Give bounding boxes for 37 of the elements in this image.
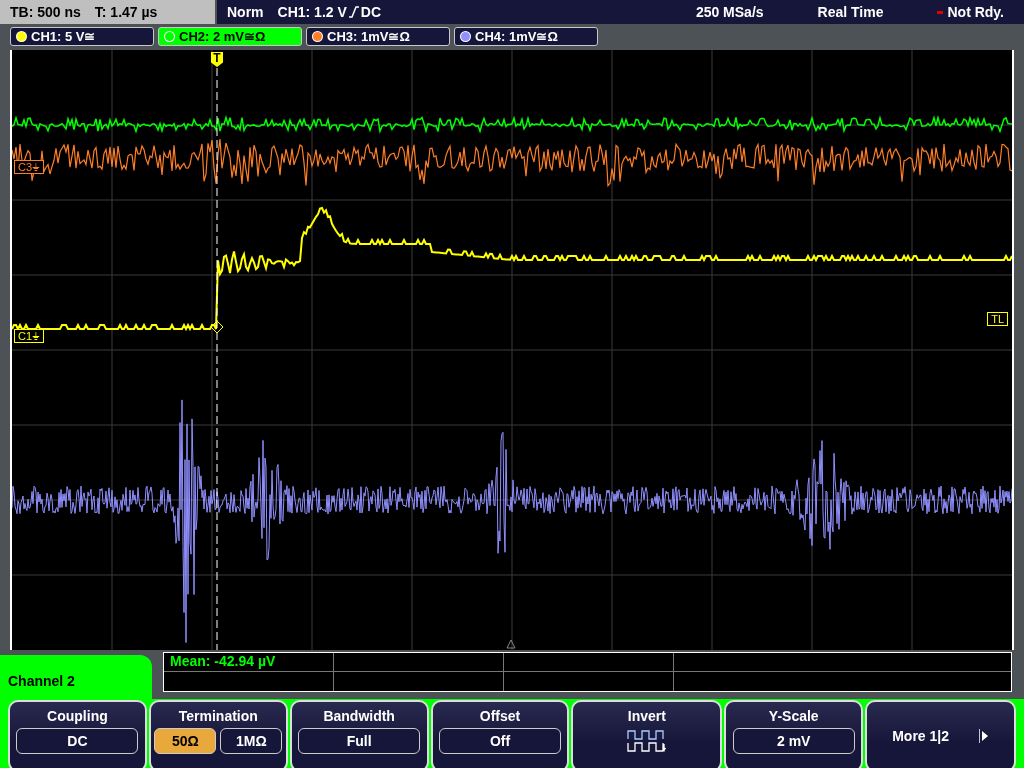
softkey-title: Offset: [479, 708, 521, 724]
center-marker-icon: [506, 639, 516, 649]
trigger-time-readout: T: 1.47 µs: [94, 4, 158, 20]
trigger-point-icon: [210, 320, 224, 334]
trigger-coupling: DC: [360, 4, 382, 20]
value-button[interactable]: 2 mV: [732, 728, 855, 754]
value-button[interactable]: DC: [16, 728, 139, 754]
channel-tab[interactable]: CH3: 1mV≅Ω: [306, 27, 450, 46]
timebase-readout: TB: 500 ns: [10, 4, 81, 20]
option-button[interactable]: 50Ω: [154, 728, 217, 754]
softkey-title: Termination: [178, 708, 258, 724]
menu-title: Channel 2: [0, 655, 152, 699]
trigger-source: CH1: 1.2 V: [277, 4, 347, 20]
value-button[interactable]: Off: [439, 728, 561, 754]
status-indicator-icon: [937, 10, 944, 14]
channel-tab[interactable]: CH4: 1mV≅Ω: [454, 27, 598, 46]
trigger-level-marker: TL: [987, 312, 1008, 326]
sample-rate: 250 MSa/s: [695, 4, 764, 20]
triangle-right-icon: [979, 728, 989, 743]
mean-readout: Mean: -42.94 µV: [169, 653, 277, 669]
invert-softkey[interactable]: Invert: [571, 700, 723, 768]
value-button[interactable]: Full: [298, 728, 421, 754]
trace-label: C3⏚: [14, 160, 45, 174]
more-softkey[interactable]: More 1|2: [865, 700, 1016, 768]
trace-label: C1⏚: [14, 329, 45, 343]
rising-edge-icon: [348, 6, 359, 18]
trigger-marker: T: [211, 52, 223, 67]
channel-tab[interactable]: CH1: 5 V≅: [10, 27, 154, 46]
softkey-title: Bandwidth: [323, 708, 395, 724]
channel-tab[interactable]: CH2: 2 mV≅Ω: [158, 27, 302, 46]
option-button[interactable]: 1MΩ: [220, 728, 283, 754]
acquisition-mode: Real Time: [817, 4, 884, 20]
inverted-square-wave-icon: [626, 728, 667, 754]
trigger-mode: Norm: [227, 4, 264, 20]
softkey-title: Y-Scale: [768, 708, 819, 724]
softkey-title: Coupling: [47, 708, 108, 724]
acquisition-state: Not Rdy.: [947, 4, 1004, 20]
